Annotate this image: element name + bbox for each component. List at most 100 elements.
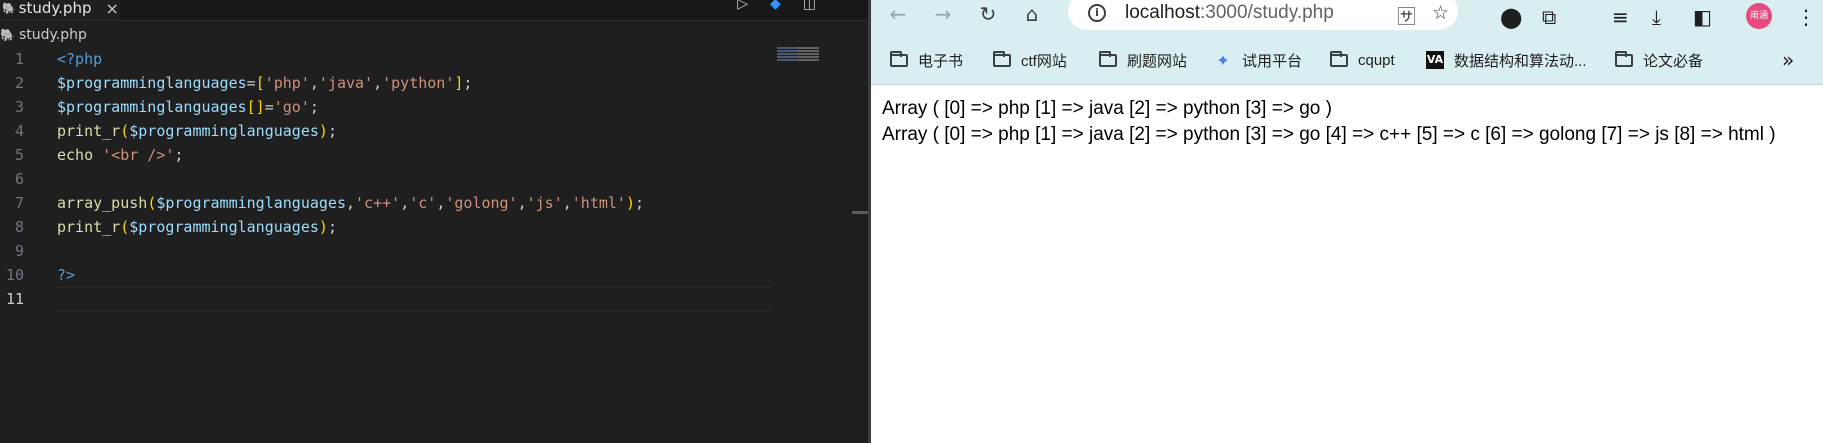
- run-icon[interactable]: ▷: [737, 0, 748, 12]
- code-token: ,: [346, 194, 356, 212]
- folder-icon: [993, 50, 1011, 67]
- code-line[interactable]: 10 ?>: [0, 263, 868, 287]
- editor-tab-bar: 🐘 study.php × ▷ ◆ ◫: [0, 0, 868, 21]
- code-line[interactable]: 2 $programminglanguages=['php','java','py…: [0, 71, 868, 95]
- code-token: 'c': [409, 194, 437, 212]
- code-line[interactable]: 9: [0, 239, 868, 263]
- site-info-icon[interactable]: i: [1088, 4, 1106, 22]
- code-token: print_r: [57, 218, 121, 236]
- code-line[interactable]: 8 print_r($programminglanguages);: [0, 215, 868, 239]
- side-panel-icon[interactable]: ◧: [1693, 5, 1712, 29]
- folder-icon: [1099, 50, 1117, 67]
- code-text[interactable]: print_r($programminglanguages);: [57, 119, 337, 143]
- visualgo-icon: VA: [1426, 51, 1444, 69]
- code-line[interactable]: 5 echo '<br />';: [0, 143, 868, 167]
- code-text[interactable]: array_push($programminglanguages,'c++','…: [57, 191, 644, 215]
- code-token: (: [147, 194, 157, 212]
- url-text[interactable]: localhost:3000/study.php: [1125, 2, 1334, 24]
- code-token: $programminglanguages: [129, 122, 319, 140]
- code-text[interactable]: echo '<br />';: [57, 143, 183, 167]
- address-bar[interactable]: i localhost:3000/study.php 🈂 ☆: [1068, 0, 1458, 30]
- menu-icon[interactable]: ⋮: [1796, 5, 1816, 29]
- editor-scrollbar[interactable]: [852, 211, 868, 214]
- code-token: 'python': [382, 74, 455, 92]
- translate-icon[interactable]: 🈂: [1397, 2, 1416, 29]
- code-text[interactable]: $programminglanguages[]='go';: [57, 95, 319, 119]
- bookmark-ctf[interactable]: ctf网站: [993, 40, 1067, 80]
- bookmark-label: cqupt: [1358, 51, 1395, 69]
- line-number: 10: [5, 266, 24, 284]
- code-text[interactable]: print_r($programminglanguages);: [57, 215, 337, 239]
- php-file-icon: 🐘: [0, 28, 15, 42]
- line-number: 6: [14, 170, 24, 188]
- code-line[interactable]: 3 $programminglanguages[]='go';: [0, 95, 868, 119]
- code-token: 'html': [571, 194, 626, 212]
- browser-window: ← → ↻ ⌂ i localhost:3000/study.php 🈂 ☆ ⬤…: [871, 0, 1823, 443]
- code-token: ;: [463, 74, 473, 92]
- home-icon[interactable]: ⌂: [1021, 2, 1043, 26]
- bookmark-star-icon[interactable]: ☆: [1432, 2, 1449, 24]
- code-token: ,: [436, 194, 446, 212]
- code-token: 'c++': [355, 194, 401, 212]
- bookmark-papers[interactable]: 论文必备: [1615, 40, 1703, 80]
- code-line[interactable]: 4 print_r($programminglanguages);: [0, 119, 868, 143]
- breadcrumb[interactable]: 🐘 study.php: [0, 24, 87, 46]
- bookmark-label: 论文必备: [1643, 52, 1704, 70]
- code-token: array_push: [57, 194, 148, 212]
- url-host: localhost: [1125, 2, 1200, 23]
- browser-toolbar: ← → ↻ ⌂ i localhost:3000/study.php 🈂 ☆ ⬤…: [871, 0, 1823, 40]
- code-token: ): [318, 218, 328, 236]
- tab-label: study.php: [18, 0, 92, 17]
- bookmark-visualgo[interactable]: VA 数据结构和算法动...: [1426, 40, 1587, 80]
- code-text[interactable]: $programminglanguages=['php','java','pyt…: [57, 71, 472, 95]
- bookmark-ebooks[interactable]: 电子书: [890, 40, 963, 80]
- code-token: (: [120, 218, 130, 236]
- breadcrumb-file[interactable]: study.php: [19, 27, 87, 43]
- code-token: $programminglanguages: [57, 74, 247, 92]
- code-line[interactable]: 11: [0, 287, 868, 311]
- code-token: []: [246, 98, 265, 116]
- code-token: ;: [327, 122, 337, 140]
- code-line[interactable]: 1 <?php: [0, 47, 868, 71]
- extension-circle-icon[interactable]: ⬤: [1500, 5, 1522, 29]
- code-token: ,: [373, 74, 383, 92]
- code-line[interactable]: 6: [0, 167, 868, 191]
- reading-list-icon[interactable]: ≡: [1612, 5, 1629, 29]
- code-token: ,: [517, 194, 527, 212]
- chevron-more-icon[interactable]: »: [1782, 48, 1794, 72]
- code-token: [: [255, 74, 265, 92]
- forward-icon[interactable]: →: [932, 2, 954, 26]
- code-area[interactable]: 1 <?php 2 $programminglanguages=['php','jav…: [0, 47, 868, 311]
- minimap[interactable]: [777, 47, 847, 67]
- back-icon[interactable]: ←: [887, 2, 909, 26]
- download-icon[interactable]: ⤓: [1652, 5, 1661, 29]
- split-editor-icon[interactable]: ◫: [803, 0, 816, 12]
- bookmark-trial[interactable]: ✦ 试用平台: [1214, 40, 1302, 80]
- folder-icon: [890, 50, 908, 67]
- code-token: ,: [400, 194, 410, 212]
- reload-icon[interactable]: ↻: [977, 2, 999, 26]
- code-text[interactable]: <?php: [57, 47, 102, 71]
- code-token: ?>: [57, 266, 76, 284]
- avatar[interactable]: 雨涵: [1746, 3, 1772, 29]
- code-editor[interactable]: 🐘 study.php × ▷ ◆ ◫ 🐘 study.php 1 <?php 2 $…: [0, 0, 868, 443]
- bookmark-label: 数据结构和算法动...: [1454, 52, 1587, 70]
- current-line-highlight: [57, 287, 771, 311]
- line-number: 3: [14, 98, 24, 116]
- code-token: print_r: [57, 122, 121, 140]
- code-token: =: [246, 74, 256, 92]
- extension-icon[interactable]: ◆: [770, 0, 781, 12]
- code-token: ): [318, 122, 328, 140]
- bookmark-label: 刷题网站: [1127, 52, 1188, 70]
- extensions-puzzle-icon[interactable]: ⧉: [1542, 5, 1556, 29]
- bookmark-practice[interactable]: 刷题网站: [1099, 40, 1187, 80]
- close-icon[interactable]: ×: [105, 0, 118, 18]
- code-token: ;: [309, 98, 319, 116]
- code-token: 'java': [318, 74, 374, 92]
- tab-study-php[interactable]: 🐘 study.php ×: [0, 0, 120, 20]
- bookmark-label: ctf网站: [1021, 52, 1067, 70]
- code-text[interactable]: ?>: [57, 263, 75, 287]
- code-line[interactable]: 7 array_push($programminglanguages,'c++',…: [0, 191, 868, 215]
- bookmarks-bar: 电子书 ctf网站 刷题网站 ✦ 试用平台 cqupt VA 数据结构和算法动.…: [871, 40, 1823, 85]
- bookmark-cqupt[interactable]: cqupt: [1330, 40, 1395, 80]
